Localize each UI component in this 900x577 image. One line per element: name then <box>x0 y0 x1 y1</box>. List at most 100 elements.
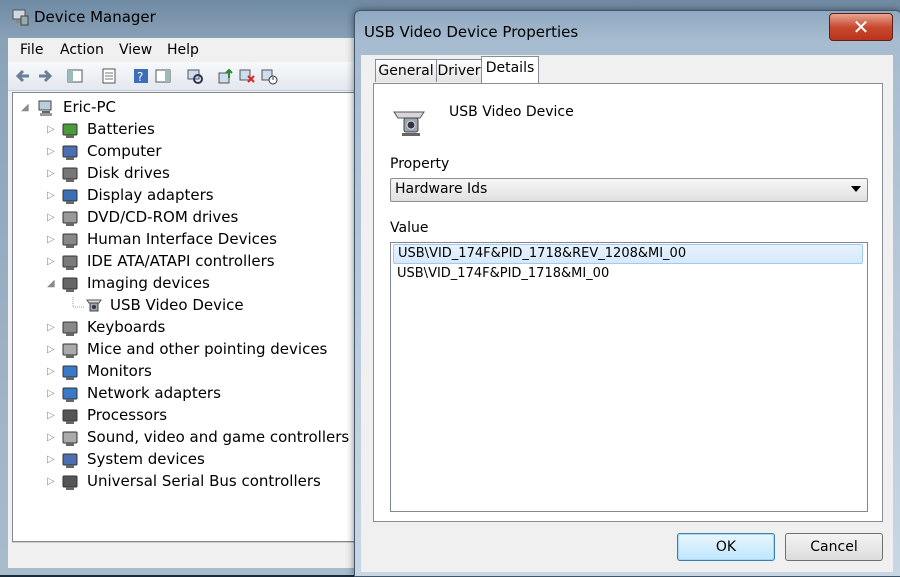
usb-icon <box>61 473 79 491</box>
display-adapter-icon <box>61 187 79 205</box>
processor-icon <box>61 407 79 425</box>
dialog-body: General Driver Details USB Video Device … <box>361 55 893 572</box>
forward-icon[interactable] <box>36 67 54 85</box>
menu-bar: File Action View Help <box>8 38 358 62</box>
cancel-button[interactable]: Cancel <box>785 533 883 561</box>
expand-arrow-icon[interactable]: ▷ <box>47 322 57 334</box>
expand-arrow-icon[interactable]: ▷ <box>47 124 57 136</box>
monitor-icon <box>61 363 79 381</box>
tree-item[interactable]: ▷ Display adapters <box>13 185 343 207</box>
tree-item-label: Mice and other pointing devices <box>87 340 328 358</box>
property-selected-value: Hardware Ids <box>395 181 488 197</box>
expand-arrow-icon[interactable]: ▷ <box>47 168 57 180</box>
tree-item[interactable]: ▷ Keyboards <box>13 317 343 339</box>
menu-view[interactable]: View <box>119 42 152 58</box>
expand-arrow-icon[interactable]: ▷ <box>47 212 57 224</box>
expand-arrow-icon[interactable]: ▷ <box>47 366 57 378</box>
tab-driver[interactable]: Driver <box>436 59 482 82</box>
system-device-icon <box>61 451 79 469</box>
expand-arrow-icon[interactable]: ▷ <box>47 454 57 466</box>
expand-arrow-icon[interactable]: ▷ <box>47 146 57 158</box>
value-label: Value <box>390 220 429 236</box>
tree-root[interactable]: ◢ Eric-PC <box>13 97 343 119</box>
properties-dialog: USB Video Device Properties ✕ General Dr… <box>354 10 900 577</box>
action-pane-icon[interactable] <box>154 67 172 85</box>
tree-item[interactable]: ▷ Network adapters <box>13 383 343 405</box>
collapse-arrow-icon[interactable]: ◢ <box>21 102 31 114</box>
tree-item-label: System devices <box>87 450 205 468</box>
tree-item[interactable]: ▷ Batteries <box>13 119 343 141</box>
expand-arrow-icon[interactable]: ▷ <box>47 432 57 444</box>
dialog-title: USB Video Device Properties <box>364 23 579 41</box>
tree-child-label: USB Video Device <box>110 296 244 314</box>
update-driver-icon[interactable] <box>216 67 234 85</box>
tree-item[interactable]: ▷ Disk drives <box>13 163 343 185</box>
battery-icon <box>61 121 79 139</box>
menu-file[interactable]: File <box>20 42 43 58</box>
tree-item-label: Disk drives <box>87 164 170 182</box>
tree-item[interactable]: ▷ Mice and other pointing devices <box>13 339 343 361</box>
chevron-down-icon <box>851 186 861 192</box>
tree-item[interactable]: ◢ Imaging devices <box>13 273 343 295</box>
expand-arrow-icon[interactable]: ▷ <box>47 410 57 422</box>
tree-item-label: Human Interface Devices <box>87 230 277 248</box>
show-hide-console-tree-icon[interactable] <box>66 67 84 85</box>
scan-hardware-icon[interactable] <box>186 67 204 85</box>
value-list-item[interactable]: USB\VID_174F&PID_1718&REV_1208&MI_00 <box>393 244 863 264</box>
device-manager-app-icon <box>10 7 30 27</box>
device-manager-client: File Action View Help ? ◢ Eric-PC ▷ Batte… <box>8 38 360 568</box>
speaker-icon <box>61 429 79 447</box>
keyboard-icon <box>61 319 79 337</box>
tree-item[interactable]: ▷ IDE ATA/ATAPI controllers <box>13 251 343 273</box>
uninstall-icon[interactable] <box>238 67 256 85</box>
expand-arrow-icon[interactable]: ▷ <box>47 344 57 356</box>
tree-item[interactable]: ▷ Monitors <box>13 361 343 383</box>
tree-item-label: Imaging devices <box>87 274 210 292</box>
tree-item-label: Network adapters <box>87 384 221 402</box>
dvd-drive-icon <box>61 209 79 227</box>
tree-child-item[interactable]: USB Video Device <box>13 295 343 317</box>
tree-item[interactable]: ▷ System devices <box>13 449 343 471</box>
help-icon[interactable]: ? <box>132 67 150 85</box>
camera-icon <box>61 275 79 293</box>
tree-item[interactable]: ▷ Processors <box>13 405 343 427</box>
computer-icon <box>61 143 79 161</box>
tab-general[interactable]: General <box>375 59 437 82</box>
expand-arrow-icon[interactable]: ▷ <box>47 234 57 246</box>
mouse-icon <box>61 341 79 359</box>
expand-arrow-icon[interactable]: ▷ <box>47 388 57 400</box>
ide-controller-icon <box>61 253 79 271</box>
tree-item[interactable]: ▷ Human Interface Devices <box>13 229 343 251</box>
tree-root-label: Eric-PC <box>63 98 116 116</box>
window-title: Device Manager <box>34 8 156 26</box>
disk-drive-icon <box>61 165 79 183</box>
tree-item-label: Batteries <box>87 120 155 138</box>
tree-item[interactable]: ▷ Computer <box>13 141 343 163</box>
expand-arrow-icon[interactable]: ▷ <box>47 476 57 488</box>
expand-arrow-icon[interactable]: ▷ <box>47 256 57 268</box>
tree-item[interactable]: ▷ Universal Serial Bus controllers <box>13 471 343 493</box>
network-icon <box>61 385 79 403</box>
tree-item-label: Processors <box>87 406 168 424</box>
property-dropdown[interactable]: Hardware Ids <box>390 178 868 202</box>
expand-arrow-icon[interactable]: ▷ <box>47 190 57 202</box>
hid-icon <box>61 231 79 249</box>
collapse-arrow-icon[interactable]: ◢ <box>47 278 57 290</box>
tree-item[interactable]: ▷ DVD/CD-ROM drives <box>13 207 343 229</box>
value-list[interactable]: USB\VID_174F&PID_1718&REV_1208&MI_00 USB… <box>390 242 868 512</box>
tree-item-label: Computer <box>87 142 162 160</box>
properties-icon[interactable] <box>100 67 118 85</box>
close-button[interactable]: ✕ <box>829 13 893 41</box>
menu-action[interactable]: Action <box>60 42 104 58</box>
camera-icon <box>85 297 103 315</box>
ok-button[interactable]: OK <box>677 533 775 561</box>
device-name: USB Video Device <box>449 104 574 120</box>
tab-details[interactable]: Details <box>481 56 539 83</box>
computer-root-icon <box>37 99 55 117</box>
value-list-item[interactable]: USB\VID_174F&PID_1718&MI_00 <box>393 264 863 284</box>
back-icon[interactable] <box>14 67 32 85</box>
tree-item[interactable]: ▷ Sound, video and game controllers <box>13 427 349 449</box>
menu-help[interactable]: Help <box>167 42 199 58</box>
disable-icon[interactable] <box>260 67 278 85</box>
device-tree[interactable]: ◢ Eric-PC ▷ Batteries ▷ Computer ▷ Disk drive… <box>12 92 360 542</box>
